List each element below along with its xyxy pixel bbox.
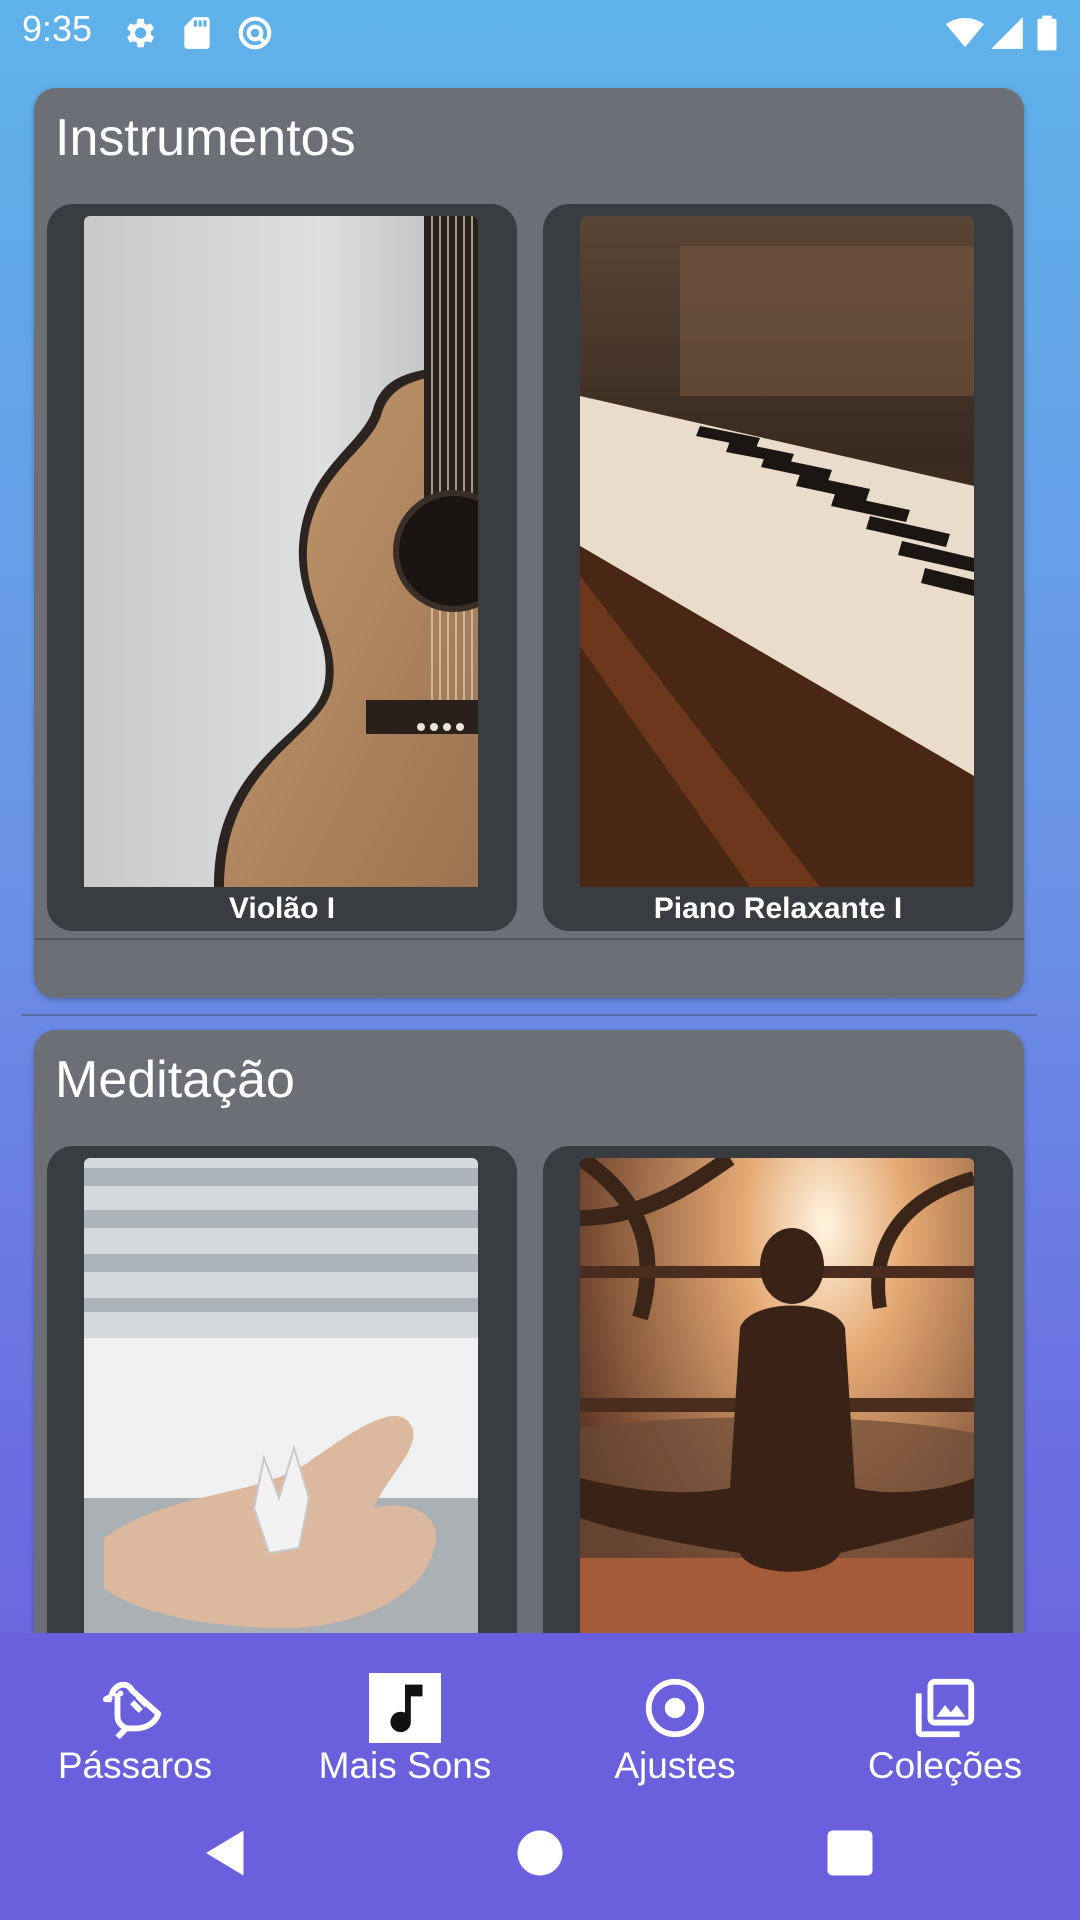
woman-meditating-sunset-photo	[580, 1158, 974, 1633]
section-title: Meditação	[55, 1051, 295, 1109]
nav-label: Mais Sons	[318, 1745, 492, 1786]
music-note-icon	[390, 1684, 423, 1733]
nav-label: Ajustes	[614, 1745, 736, 1786]
nav-item-passaros[interactable]: Pássaros	[0, 1633, 270, 1793]
bottom-navigation: Pássaros Mais Sons Ajustes Coleções	[0, 1633, 1080, 1793]
settings-icon	[126, 18, 155, 48]
section-divider	[34, 938, 1024, 940]
sound-item-piano[interactable]: Piano Relaxante I	[543, 204, 1013, 931]
nav-label: Coleções	[867, 1745, 1023, 1786]
list-divider	[21, 1014, 1037, 1016]
hand-holding-crystal-photo	[84, 1158, 478, 1633]
piano-keys-photo	[580, 216, 974, 887]
sd-card-icon	[184, 17, 210, 49]
recents-icon[interactable]	[820, 1823, 880, 1883]
sound-item-meditacao-1[interactable]	[47, 1146, 517, 1633]
bird-icon	[102, 1681, 162, 1740]
section-title: Instrumentos	[55, 109, 356, 167]
section-card-meditacao: Meditação	[34, 1030, 1024, 1633]
section-card-instrumentos: Instrumentos Violão I Piano Relaxante I	[34, 88, 1024, 998]
sound-item-violao[interactable]: Violão I	[47, 204, 517, 931]
system-navigation-bar	[0, 1793, 1080, 1920]
status-time: 9:35	[22, 8, 93, 49]
nav-label: Pássaros	[57, 1745, 213, 1786]
acoustic-guitar-photo	[84, 216, 478, 887]
radio-button-icon	[645, 1678, 705, 1738]
sound-item-label: Piano Relaxante I	[653, 892, 903, 925]
sound-item-label: Violão I	[228, 892, 336, 925]
nav-item-mais-sons[interactable]: Mais Sons	[270, 1633, 540, 1793]
nav-item-colecoes[interactable]: Coleções	[810, 1633, 1080, 1793]
photo-library-icon	[915, 1678, 975, 1738]
sound-categories-list[interactable]: Instrumentos Violão I Piano Relaxante I …	[0, 64, 1080, 1633]
nav-item-ajustes[interactable]: Ajustes	[540, 1633, 810, 1793]
home-icon[interactable]	[510, 1823, 570, 1883]
battery-icon	[1037, 15, 1057, 51]
wifi-icon	[946, 17, 984, 48]
signal-icon	[991, 17, 1023, 49]
sound-item-meditacao-2[interactable]	[543, 1146, 1013, 1633]
status-bar: 9:35	[0, 0, 1080, 64]
sync-icon	[238, 16, 272, 50]
back-icon[interactable]	[196, 1823, 256, 1883]
